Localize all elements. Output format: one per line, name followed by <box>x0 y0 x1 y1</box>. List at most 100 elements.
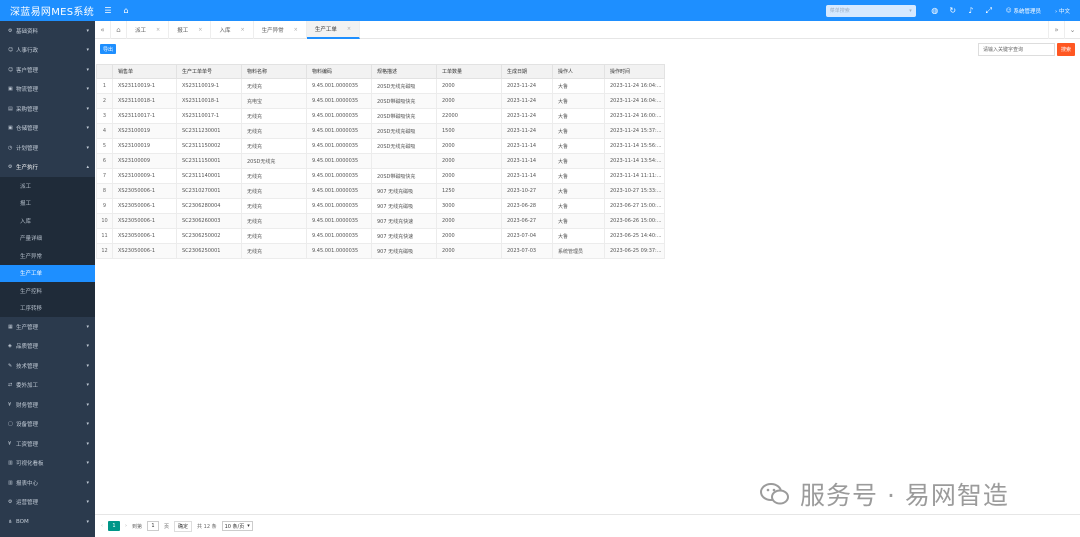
goto-page-input[interactable]: 1 <box>147 521 160 531</box>
close-icon[interactable]: × <box>240 27 244 33</box>
home-tab-icon[interactable]: ⌂ <box>111 20 127 39</box>
table-cell: 2023-11-24 <box>501 123 553 139</box>
menu-search-input[interactable]: 菜单搜索 ▾ <box>825 4 916 17</box>
sidebar-item-production-mgmt[interactable]: ▦ 生产管理 ▾ <box>0 317 95 337</box>
sidebar-subitem-stock-in[interactable]: 入库 <box>0 212 95 230</box>
calendar-icon: ◷ <box>8 144 13 151</box>
sidebar-item-hr[interactable]: ☺ 人事行政 ▾ <box>0 41 95 61</box>
column-header[interactable]: 工单数量 <box>436 64 502 79</box>
bell-icon[interactable]: ♪ <box>962 0 980 21</box>
sidebar-item-equipment[interactable]: ▢ 设备管理 ▾ <box>0 415 95 435</box>
column-header[interactable] <box>96 64 113 79</box>
table-cell: XS23110018-1 <box>112 93 177 109</box>
column-header[interactable]: 规格描述 <box>371 64 437 79</box>
close-icon[interactable]: × <box>156 27 160 33</box>
sidebar-item-salary[interactable]: ¥ 工资管理 ▾ <box>0 434 95 454</box>
table-row[interactable]: 7 XS23100009-1 SC2311140001 无线充 9.45.001.000… <box>96 168 665 184</box>
share-icon: ⇄ <box>8 382 13 389</box>
sidebar-item-operations[interactable]: ⚙ 运营管理 ▾ <box>0 493 95 513</box>
tabs-scroll-right-icon[interactable]: » <box>1048 21 1064 39</box>
export-button[interactable]: 导出 <box>100 44 117 54</box>
table-cell: 2000 <box>436 213 502 229</box>
search-button[interactable]: 搜索 <box>1057 43 1075 56</box>
page-current[interactable]: 1 <box>108 521 120 531</box>
column-header[interactable]: 操作时间 <box>604 64 665 79</box>
sidebar-item-tech[interactable]: ✎ 技术管理 ▾ <box>0 356 95 376</box>
language-switch[interactable]: › 中文 <box>1055 7 1070 15</box>
column-header[interactable]: 物料名称 <box>241 64 307 79</box>
table-row[interactable]: 8 XS23050006-1 SC2310270001 无线充 9.45.001.000… <box>96 183 665 199</box>
sidebar-subitem-material-control[interactable]: 生产控料 <box>0 282 95 300</box>
sidebar-subitem-work-order[interactable]: 生产工单 <box>0 264 95 282</box>
sidebar-subitem-process-transfer[interactable]: 工序转移 <box>0 300 95 318</box>
close-icon[interactable]: × <box>294 27 298 33</box>
menu-toggle-icon[interactable]: ☰ <box>99 0 117 21</box>
sidebar-item-dashboard[interactable]: ▥ 可视化看板 ▾ <box>0 454 95 474</box>
table-cell: 20SD无线充磁吸 <box>371 138 437 154</box>
sidebar-item-logistics[interactable]: ▣ 物流管理 ▾ <box>0 80 95 100</box>
box-icon: ▣ <box>8 125 13 132</box>
watermark: 服务号 · 易网智造 <box>760 476 1009 512</box>
sidebar-subitem-dispatch[interactable]: 派工 <box>0 177 95 195</box>
table-row[interactable]: 4 XS23100019 SC2311230001 无线充 9.45.001.00000… <box>96 123 665 139</box>
table-row[interactable]: 3 XS23110017-1 XS23110017-1 无线充 9.45.001.000… <box>96 108 665 124</box>
tree-icon: ⋔ <box>8 518 13 525</box>
home-icon[interactable]: ⌂ <box>117 0 135 21</box>
shield-icon: ◈ <box>8 343 12 350</box>
chevron-down-icon: ▾ <box>86 125 89 132</box>
sidebar-item-customer[interactable]: ☺ 客户管理 ▾ <box>0 60 95 80</box>
page-size-select[interactable]: 10 条/页 ▾ <box>221 521 253 531</box>
goto-button[interactable]: 确定 <box>174 520 193 532</box>
table-row[interactable]: 12 XS23050006-1 SC2306250001 无线充 9.45.001.00… <box>96 243 665 259</box>
tabs-scroll-left-icon[interactable]: « <box>95 20 111 39</box>
tab-work-order[interactable]: 生产工单 × <box>306 20 361 39</box>
sidebar-subitem-exception[interactable]: 生产异常 <box>0 247 95 265</box>
tab-exception[interactable]: 生产异常 × <box>254 20 307 39</box>
table-row[interactable]: 10 XS23050006-1 SC2306260003 无线充 9.45.001.00… <box>96 213 665 229</box>
table-row[interactable]: 11 XS23050006-1 SC2306250002 无线充 9.45.001.00… <box>96 228 665 244</box>
next-page-icon[interactable]: › <box>125 523 127 529</box>
table-row[interactable]: 6 XS23100009 SC2311150001 20SD无线充 9.45.001.0… <box>96 153 665 169</box>
sidebar-item-bom[interactable]: ⋔ BOM ▾ <box>0 512 95 532</box>
close-icon[interactable]: × <box>198 27 202 33</box>
sidebar-item-production-exec[interactable]: ⚙ 生产执行 ▴ <box>0 158 95 178</box>
column-header[interactable]: 生产工单单号 <box>176 64 242 79</box>
table-row[interactable]: 2 XS23110018-1 XS23110018-1 充电宝 9.45.001.000… <box>96 93 665 109</box>
globe-icon[interactable]: ◍ <box>926 0 944 21</box>
column-header[interactable]: 销售单 <box>112 64 177 79</box>
chevron-down-icon: ▾ <box>86 518 89 525</box>
refresh-icon[interactable]: ↻ <box>944 0 962 21</box>
user-menu[interactable]: ☺ 系统管理员 <box>1006 7 1041 15</box>
search-input[interactable]: 请输入关键字查询 <box>978 43 1055 56</box>
box-icon: ▣ <box>8 86 13 93</box>
table-row[interactable]: 1 XS23110019-1 XS23110019-1 无线充 9.45.001.000… <box>96 78 665 94</box>
chevron-down-icon: ▾ <box>86 479 89 486</box>
column-header[interactable]: 操作人 <box>552 64 605 79</box>
sidebar-subitem-report[interactable]: 报工 <box>0 195 95 213</box>
prev-page-icon[interactable]: ‹ <box>101 523 103 529</box>
user-icon: ☺ <box>8 66 14 73</box>
tab-dispatch[interactable]: 派工 × <box>127 20 170 39</box>
fullscreen-icon[interactable]: ⤢ <box>980 0 998 21</box>
sidebar-item-purchase[interactable]: ▤ 采购管理 ▾ <box>0 99 95 119</box>
table-row[interactable]: 5 XS23100019 SC2311150002 无线充 9.45.001.00000… <box>96 138 665 154</box>
sidebar-item-basic[interactable]: ⚙ 基础资料 ▾ <box>0 21 95 41</box>
sidebar-item-warehouse[interactable]: ▣ 仓储管理 ▾ <box>0 119 95 139</box>
table-row[interactable]: 9 XS23050006-1 SC2306280004 无线充 9.45.001.000… <box>96 198 665 214</box>
column-header[interactable]: 生成日期 <box>501 64 553 79</box>
table-cell: 2023-11-14 15:56:... <box>604 138 665 154</box>
close-icon[interactable]: × <box>347 26 351 32</box>
sidebar-subitem-output-detail[interactable]: 产量详细 <box>0 230 95 248</box>
tab-report[interactable]: 报工 × <box>169 20 212 39</box>
table-cell: 20SD带磁吸快充 <box>371 168 437 184</box>
sidebar-item-reports[interactable]: ▥ 报表中心 ▾ <box>0 473 95 493</box>
table-cell: 9.45.001.0000035 <box>306 153 372 169</box>
sidebar-item-quality[interactable]: ◈ 品质管理 ▾ <box>0 337 95 357</box>
table-cell: 10 <box>96 213 113 229</box>
sidebar-item-plan[interactable]: ◷ 计划管理 ▾ <box>0 138 95 158</box>
sidebar-item-outsourcing[interactable]: ⇄ 委外加工 ▾ <box>0 376 95 396</box>
tabs-menu-icon[interactable]: ⌄ <box>1064 21 1080 39</box>
tab-stock-in[interactable]: 入库 × <box>211 20 254 39</box>
column-header[interactable]: 物料编码 <box>306 64 372 79</box>
sidebar-item-finance[interactable]: ¥ 财务管理 ▾ <box>0 395 95 415</box>
